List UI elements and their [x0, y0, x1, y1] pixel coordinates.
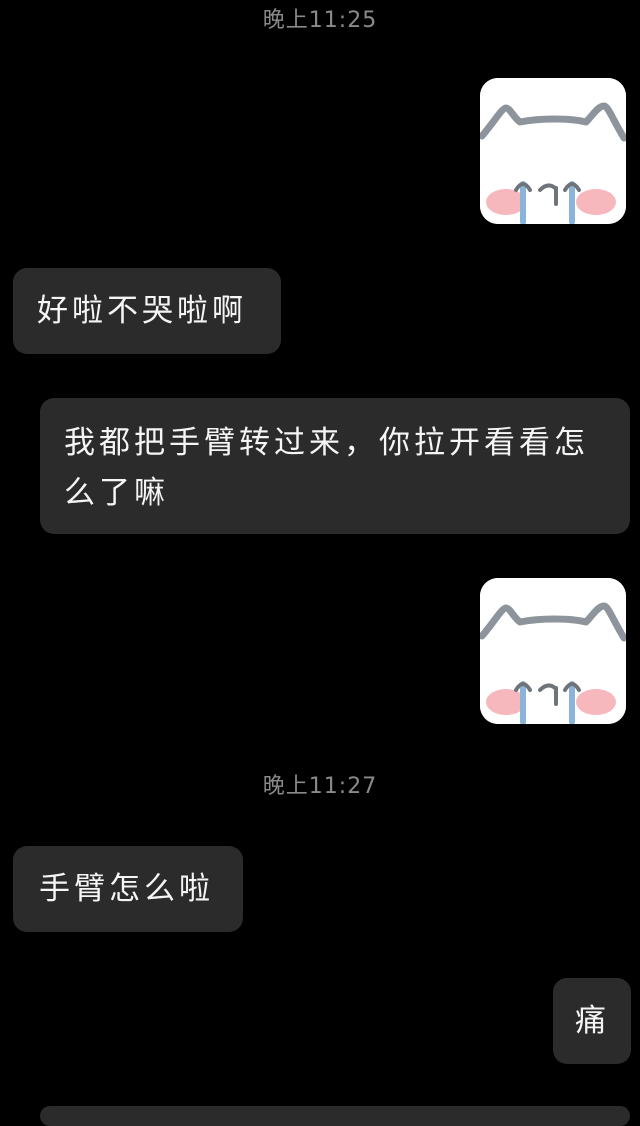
message-text: 好啦不哭啦啊	[37, 293, 247, 329]
crying-cat-sticker-icon	[480, 78, 626, 224]
partial-message-bubble[interactable]	[40, 1106, 630, 1126]
timestamp: 晚上11:27	[262, 774, 378, 799]
sticker-message[interactable]	[480, 578, 626, 724]
received-message-bubble[interactable]: 手臂怎么啦	[13, 846, 243, 932]
timestamp: 晚上11:25	[262, 8, 378, 33]
sticker-message[interactable]	[480, 78, 626, 224]
received-message-bubble[interactable]: 好啦不哭啦啊	[13, 268, 281, 354]
received-message-bubble[interactable]: 我都把手臂转过来，你拉开看看怎么了嘛	[40, 398, 630, 534]
message-text: 我都把手臂转过来，你拉开看看怎么了嘛	[64, 425, 589, 511]
message-text: 手臂怎么啦	[39, 871, 214, 907]
message-text: 痛	[575, 1003, 610, 1039]
sent-message-bubble[interactable]: 痛	[553, 978, 631, 1064]
crying-cat-sticker-icon	[480, 578, 626, 724]
